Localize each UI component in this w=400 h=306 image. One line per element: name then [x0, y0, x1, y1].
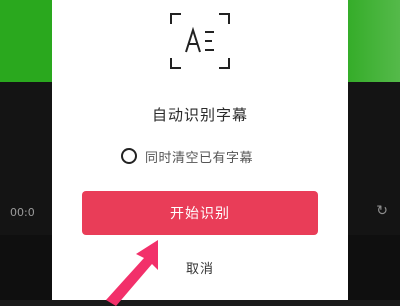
clear-existing-subtitles-option[interactable]: 同时清空已有字幕 — [121, 145, 253, 167]
playback-time: 00:0 — [10, 206, 35, 219]
cancel-button[interactable]: 取消 — [52, 258, 348, 280]
auto-subtitle-dialog: 自动识别字幕 同时清空已有字幕 开始识别 取消 — [52, 0, 348, 300]
radio-circle-icon[interactable] — [121, 148, 137, 164]
clear-option-label: 同时清空已有字幕 — [145, 150, 254, 166]
redo-icon[interactable]: ↻ — [376, 203, 388, 219]
start-recognition-button[interactable]: 开始识别 — [82, 191, 318, 235]
subtitle-recognition-icon — [170, 13, 230, 69]
dialog-title: 自动识别字幕 — [151, 106, 248, 124]
